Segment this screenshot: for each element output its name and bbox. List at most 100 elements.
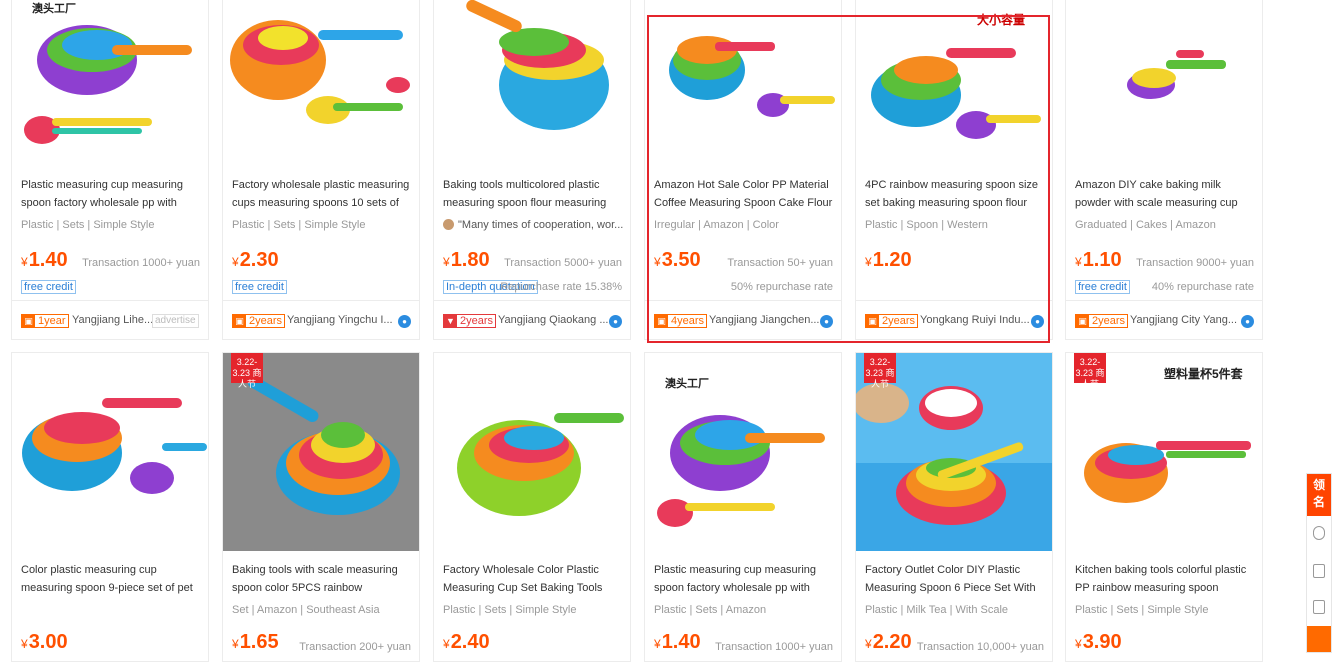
product-image[interactable]: 3.22-3.23 商人节 塑料量杯5件套 [1066,353,1262,551]
product-image[interactable] [1066,0,1262,166]
product-card[interactable]: Amazon DIY cake baking milk powder with … [1065,0,1263,340]
wangwang-chat-icon[interactable]: ● [1241,315,1254,328]
product-image[interactable] [12,353,208,551]
product-card[interactable]: Factory Wholesale Color Plastic Measurin… [433,352,631,662]
years-icon: ▼ [444,315,457,327]
document-icon[interactable] [1313,564,1325,578]
product-title[interactable]: Baking tools multicolored plastic measur… [443,176,625,212]
side-float-panel: 领 名 [1306,473,1332,653]
years-badge: ▣ 2years [232,314,286,328]
brand-logo: 澳头工厂 [665,378,709,390]
promo-badge: 3.22-3.23 商人节 [864,353,896,389]
brand-logo: 澳头工厂 [32,3,76,15]
product-image[interactable]: 澳头工厂 [645,353,841,551]
product-image[interactable] [434,0,630,166]
years-badge: ▣ 2years [865,314,919,328]
product-card[interactable]: 澳头工厂 Plastic measuring cup measuring spo… [644,352,842,662]
product-title[interactable]: Amazon DIY cake baking milk powder with … [1075,176,1257,212]
product-price: ¥1.40 [21,249,68,271]
repurchase-rate: 40% repurchase rate [1151,281,1254,293]
measuring-cups-image [230,20,410,124]
product-card[interactable]: 大小容量 4PC rainbow measuring spoon size se… [855,0,1053,340]
wangwang-chat-icon[interactable]: ● [1031,315,1044,328]
years-icon: ▣ [655,315,668,327]
company-name[interactable]: Yongkang Ruiyi Indu... [920,314,1030,326]
product-card[interactable]: 3.22-3.23 商人节 Baking tools with scale me… [222,352,420,662]
product-card[interactable]: Amazon Hot Sale Color PP Material Coffee… [644,0,842,340]
product-price: ¥1.20 [865,249,912,271]
product-card[interactable]: 澳头工厂 Plastic measuring cup measuring spo… [11,0,209,340]
product-image[interactable]: 3.22-3.23 商人节 [856,353,1052,551]
transaction-volume: Transaction 9000+ yuan [1136,257,1254,269]
product-image[interactable] [645,0,841,166]
card-footer: ▣ 2years Yangjiang City Yang... ● [1066,300,1262,339]
credit-tag: free credit [232,280,287,294]
wangwang-chat-icon[interactable]: ● [609,315,622,328]
product-title[interactable]: Plastic measuring cup measuring spoon fa… [654,561,836,597]
product-card[interactable]: 3.22-3.23 商人节 Factory Outlet Color DIY P… [855,352,1053,662]
transaction-volume: Transaction 200+ yuan [299,641,411,653]
transaction-volume: Transaction 1000+ yuan [715,641,833,653]
clipboard-icon[interactable] [1313,600,1325,614]
product-title[interactable]: Factory wholesale plastic measuring cups… [232,176,414,212]
product-card[interactable]: 3.22-3.23 商人节 塑料量杯5件套 Kitchen baking too… [1065,352,1263,662]
transaction-volume: Transaction 5000+ yuan [504,257,622,269]
repurchase-rate: 50% repurchase rate [730,281,833,293]
product-title[interactable]: Kitchen baking tools colorful plastic PP… [1075,561,1257,597]
product-tags: Plastic | Sets | Simple Style [1075,604,1209,616]
years-icon: ▣ [233,315,246,327]
product-image[interactable]: 3.22-3.23 商人节 [223,353,419,551]
product-card[interactable]: Baking tools multicolored plastic measur… [433,0,631,340]
company-name[interactable]: Yangjiang Lihe... [72,314,152,326]
card-footer: ▼ 2years Yangjiang Qiaokang ... ● [434,300,630,339]
product-title[interactable]: Baking tools with scale measuring spoon … [232,561,414,597]
years-icon: ▣ [866,315,879,327]
measuring-cups-image [22,398,207,494]
advertise-label: advertise [152,314,199,328]
company-name[interactable]: Yangjiang City Yang... [1130,314,1240,326]
headset-icon[interactable] [1313,526,1325,540]
product-card[interactable]: Factory wholesale plastic measuring cups… [222,0,420,340]
measuring-cups-image [24,25,192,144]
back-to-top-button[interactable] [1307,626,1331,652]
product-title[interactable]: Plastic measuring cup measuring spoon fa… [21,176,203,212]
promo-badge: 3.22-3.23 商人节 [1074,353,1106,389]
product-image[interactable] [223,0,419,166]
product-price: ¥1.10 [1075,249,1122,271]
credit-tag: free credit [1075,280,1130,294]
product-image[interactable] [434,353,630,551]
product-tags: Graduated | Cakes | Amazon [1075,219,1216,231]
wangwang-chat-icon[interactable]: ● [398,315,411,328]
company-name[interactable]: Yangjiang Jiangchen... [709,314,819,326]
card-footer: ▣ 2years Yangjiang Yingchu I... ● [223,300,419,339]
transaction-volume: Transaction 50+ yuan [727,257,833,269]
product-tags: Plastic | Sets | Amazon [654,604,767,616]
side-float-top-button[interactable]: 领 名 [1307,474,1331,516]
product-tags: Plastic | Milk Tea | With Scale [865,604,1009,616]
product-tags: Plastic | Sets | Simple Style [21,219,155,231]
product-title[interactable]: Factory Outlet Color DIY Plastic Measuri… [865,561,1047,597]
company-name[interactable]: Yangjiang Yingchu I... [287,314,397,326]
product-card[interactable]: Color plastic measuring cup measuring sp… [11,352,209,662]
wangwang-chat-icon[interactable]: ● [820,315,833,328]
product-price: ¥2.40 [443,631,490,653]
product-title[interactable]: 4PC rainbow measuring spoon size set bak… [865,176,1047,212]
company-name[interactable]: Yangjiang Qiaokang ... [498,314,608,326]
product-image[interactable]: 澳头工厂 [12,0,208,166]
transaction-volume: Transaction 1000+ yuan [82,257,200,269]
product-title[interactable]: Color plastic measuring cup measuring sp… [21,561,203,597]
product-title[interactable]: Amazon Hot Sale Color PP Material Coffee… [654,176,836,212]
measuring-cups-image [457,413,624,516]
years-icon: ▣ [22,315,35,327]
corner-label: 大小容量 [977,13,1026,27]
product-tags: Irregular | Amazon | Color [654,219,779,231]
years-icon: ▣ [1076,315,1089,327]
repurchase-rate: Repurchase rate 15.38% [500,281,622,293]
product-tags: Plastic | Sets | Simple Style [232,219,366,231]
product-price: ¥1.40 [654,631,701,653]
corner-label: 塑料量杯5件套 [1164,367,1243,381]
credit-tag: free credit [21,280,76,294]
product-price: ¥2.30 [232,249,279,271]
product-title[interactable]: Factory Wholesale Color Plastic Measurin… [443,561,625,597]
product-price: ¥3.90 [1075,631,1122,653]
